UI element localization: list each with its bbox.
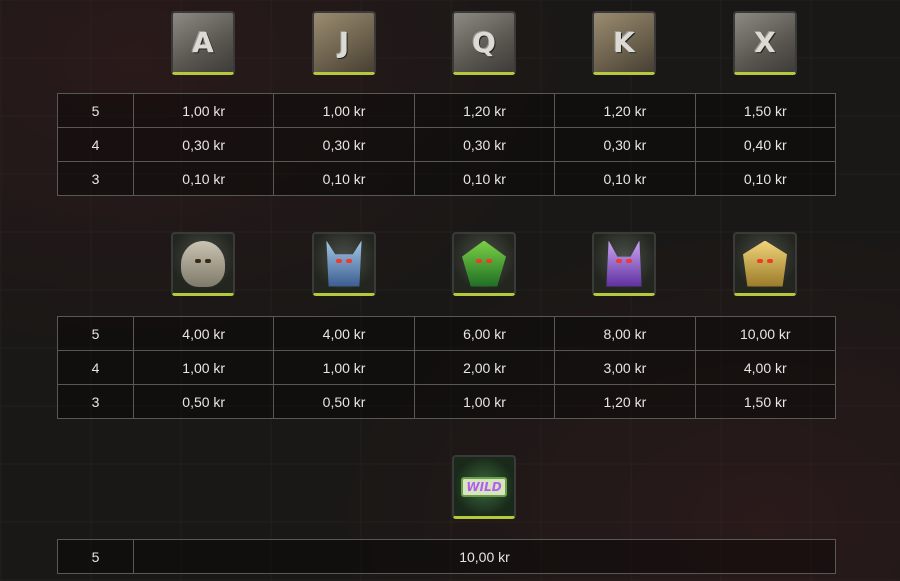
payout-cell: 1,00 kr xyxy=(132,93,275,128)
ten-rune-stone-icon: X xyxy=(733,11,797,75)
payout-cell: 8,00 kr xyxy=(554,316,696,351)
low-symbols-paytable: 5 1,00 kr 1,00 kr 1,20 kr 1,20 kr 1,50 k… xyxy=(57,93,837,196)
payout-cell: 1,00 kr xyxy=(132,350,275,385)
k-rune-stone-icon: K xyxy=(592,11,656,75)
purple-anubis-icon xyxy=(592,232,656,296)
payout-cell: 0,40 kr xyxy=(694,127,837,162)
payout-cell: 1,20 kr xyxy=(554,384,696,419)
table-row: 3 0,10 kr 0,10 kr 0,10 kr 0,10 kr 0,10 k… xyxy=(57,161,837,196)
blue-anubis-icon xyxy=(312,232,376,296)
table-row: 4 0,30 kr 0,30 kr 0,30 kr 0,30 kr 0,40 k… xyxy=(57,127,837,162)
j-rune-stone-icon: J xyxy=(312,11,376,75)
match-count: 4 xyxy=(57,350,134,385)
payout-cell: 0,30 kr xyxy=(413,127,556,162)
payout-cell: 1,00 kr xyxy=(273,93,415,128)
high-symbols-row xyxy=(0,229,900,299)
payout-cell: 2,00 kr xyxy=(413,350,556,385)
cobra-icon xyxy=(452,232,516,296)
match-count: 4 xyxy=(57,127,134,162)
table-row: 5 4,00 kr 4,00 kr 6,00 kr 8,00 kr 10,00 … xyxy=(57,316,837,351)
low-symbols-row: A J Q K X xyxy=(0,8,900,78)
table-row: 4 1,00 kr 1,00 kr 2,00 kr 3,00 kr 4,00 k… xyxy=(57,350,837,385)
match-count: 5 xyxy=(57,316,134,351)
table-row: 5 1,00 kr 1,00 kr 1,20 kr 1,20 kr 1,50 k… xyxy=(57,93,837,128)
payout-cell: 10,00 kr xyxy=(133,539,836,574)
payout-cell: 1,00 kr xyxy=(273,350,415,385)
golden-pharaoh-icon xyxy=(733,232,797,296)
payout-cell: 0,10 kr xyxy=(273,161,415,196)
match-count: 3 xyxy=(57,161,134,196)
wild-symbol-row: WILD xyxy=(0,452,900,522)
payout-cell: 0,10 kr xyxy=(554,161,696,196)
payout-cell: 1,20 kr xyxy=(413,93,556,128)
payout-cell: 1,50 kr xyxy=(694,384,837,419)
payout-cell: 0,30 kr xyxy=(273,127,415,162)
payout-cell: 0,10 kr xyxy=(413,161,556,196)
payout-cell: 0,30 kr xyxy=(132,127,275,162)
payout-cell: 10,00 kr xyxy=(694,316,837,351)
payout-cell: 6,00 kr xyxy=(413,316,556,351)
match-count: 5 xyxy=(57,93,134,128)
a-rune-stone-icon: A xyxy=(171,11,235,75)
payout-cell: 1,00 kr xyxy=(413,384,556,419)
wild-icon: WILD xyxy=(452,455,516,519)
payout-cell: 1,20 kr xyxy=(554,93,696,128)
wild-paytable: 5 10,00 kr xyxy=(57,539,836,574)
high-symbols-paytable: 5 4,00 kr 4,00 kr 6,00 kr 8,00 kr 10,00 … xyxy=(57,316,837,419)
payout-cell: 0,50 kr xyxy=(132,384,275,419)
payout-cell: 4,00 kr xyxy=(273,316,415,351)
mummy-icon xyxy=(171,232,235,296)
payout-cell: 0,10 kr xyxy=(694,161,837,196)
match-count: 3 xyxy=(57,384,134,419)
payout-cell: 3,00 kr xyxy=(554,350,696,385)
table-row: 5 10,00 kr xyxy=(57,539,836,574)
q-rune-stone-icon: Q xyxy=(452,11,516,75)
payout-cell: 4,00 kr xyxy=(694,350,837,385)
payout-cell: 1,50 kr xyxy=(694,93,837,128)
payout-cell: 0,50 kr xyxy=(273,384,415,419)
table-row: 3 0,50 kr 0,50 kr 1,00 kr 1,20 kr 1,50 k… xyxy=(57,384,837,419)
match-count: 5 xyxy=(57,539,134,574)
payout-cell: 4,00 kr xyxy=(132,316,275,351)
payout-cell: 0,10 kr xyxy=(132,161,275,196)
payout-cell: 0,30 kr xyxy=(554,127,696,162)
